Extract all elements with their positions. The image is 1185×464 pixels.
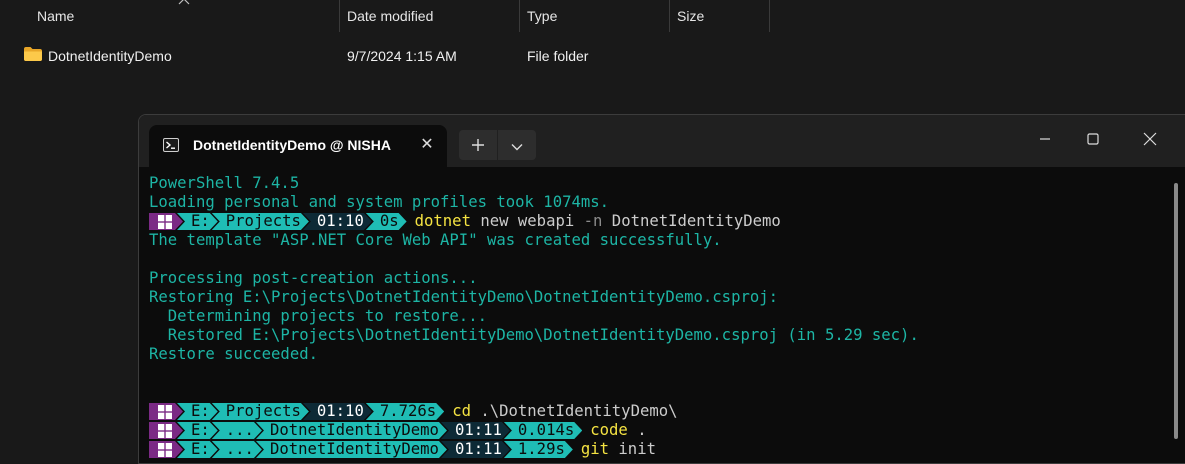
duration-segment: 1.29s [504, 441, 573, 458]
sort-ascending-icon [178, 0, 190, 5]
column-date-label: Date modified [347, 8, 434, 24]
chevron-down-icon [511, 144, 523, 151]
output-line: Determining projects to restore... [149, 307, 487, 325]
output-line: Loading personal and system profiles too… [149, 193, 610, 211]
command: code [590, 421, 628, 439]
duration-segment: 0.014s [504, 422, 582, 439]
column-header-size[interactable]: Size [670, 0, 770, 32]
path-segment: Projects [212, 403, 309, 420]
command: dotnet [414, 212, 471, 230]
command-flag: -n [583, 212, 603, 230]
os-segment [149, 422, 183, 439]
drive-segment: E: [177, 422, 218, 439]
minimize-icon [1040, 138, 1050, 140]
terminal-scrollbar[interactable] [1174, 183, 1178, 439]
command-args: init [609, 440, 656, 458]
drive-segment: E: [177, 441, 218, 458]
command-args: new webapi [470, 212, 584, 230]
terminal-tab[interactable]: DotnetIdentityDemo @ NISHA ✕ [149, 125, 447, 167]
os-segment [149, 213, 183, 230]
os-segment [149, 441, 183, 458]
command-args: DotnetIdentityDemo [602, 212, 781, 230]
duration-segment: 7.726s [366, 403, 444, 420]
output-line: Restored E:\Projects\DotnetIdentityDemo\… [149, 326, 919, 344]
path-segment: ... [212, 441, 262, 458]
time-segment: 01:11 [441, 441, 510, 458]
tab-title: DotnetIdentityDemo @ NISHA [193, 137, 391, 153]
path-segment: DotnetIdentityDemo [256, 422, 447, 439]
prompt-line: E: Projects 01:10 0s dotnet new webapi -… [149, 212, 1159, 231]
output-line: Restoring E:\Projects\DotnetIdentityDemo… [149, 288, 779, 306]
command-args: . [627, 421, 647, 439]
command: git [580, 440, 610, 458]
windows-icon [158, 424, 172, 438]
prompt-line: E: ... DotnetIdentityDemo 01:11 1.29s gi… [149, 440, 1159, 459]
windows-icon [158, 443, 172, 457]
column-header-date[interactable]: Date modified [340, 0, 520, 32]
file-date: 9/7/2024 1:15 AM [347, 48, 457, 64]
terminal-window[interactable]: DotnetIdentityDemo @ NISHA ✕ PowerShell … [138, 114, 1185, 464]
column-type-label: Type [527, 8, 558, 24]
column-header-type[interactable]: Type [520, 0, 670, 32]
drive-segment: E: [177, 403, 218, 420]
tab-dropdown-button[interactable] [498, 130, 536, 160]
path-segment: Projects [212, 213, 309, 230]
time-segment: 01:10 [303, 403, 372, 420]
prompt-line: E: ... DotnetIdentityDemo 01:11 0.014s c… [149, 421, 1159, 440]
output-line: Processing post-creation actions... [149, 269, 478, 287]
windows-icon [158, 215, 172, 229]
duration-segment: 0s [366, 213, 407, 230]
time-segment: 01:10 [303, 213, 372, 230]
column-size-label: Size [677, 8, 705, 24]
new-tab-button[interactable] [459, 130, 497, 160]
minimize-button[interactable] [1022, 123, 1068, 155]
command-args: .\DotnetIdentityDemo\ [470, 402, 678, 420]
output-line: Restore succeeded. [149, 345, 318, 363]
file-row[interactable]: DotnetIdentityDemo 9/7/2024 1:15 AM File… [0, 44, 780, 68]
column-header-name[interactable]: Name [0, 0, 340, 32]
drive-segment: E: [177, 213, 218, 230]
time-segment: 01:11 [441, 422, 510, 439]
path-segment: ... [212, 422, 262, 439]
os-segment [149, 403, 183, 420]
file-name: DotnetIdentityDemo [48, 48, 172, 64]
command: cd [452, 402, 471, 420]
close-icon [1143, 132, 1157, 146]
close-window-button[interactable] [1127, 123, 1173, 155]
terminal-titlebar[interactable]: DotnetIdentityDemo @ NISHA ✕ [139, 115, 1185, 167]
maximize-button[interactable] [1070, 123, 1116, 155]
close-tab-icon[interactable]: ✕ [415, 133, 439, 157]
folder-icon [24, 47, 42, 61]
windows-icon [158, 405, 172, 419]
powershell-icon [163, 137, 179, 153]
file-type: File folder [527, 48, 589, 64]
maximize-icon [1087, 133, 1099, 145]
column-name-label: Name [37, 8, 75, 24]
path-segment: DotnetIdentityDemo [256, 441, 447, 458]
output-line: The template "ASP.NET Core Web API" was … [149, 231, 722, 249]
output-line: PowerShell 7.4.5 [149, 174, 300, 192]
terminal-output[interactable]: PowerShell 7.4.5 Loading personal and sy… [149, 174, 1159, 459]
prompt-line: E: Projects 01:10 7.726s cd .\DotnetIden… [149, 402, 1159, 421]
